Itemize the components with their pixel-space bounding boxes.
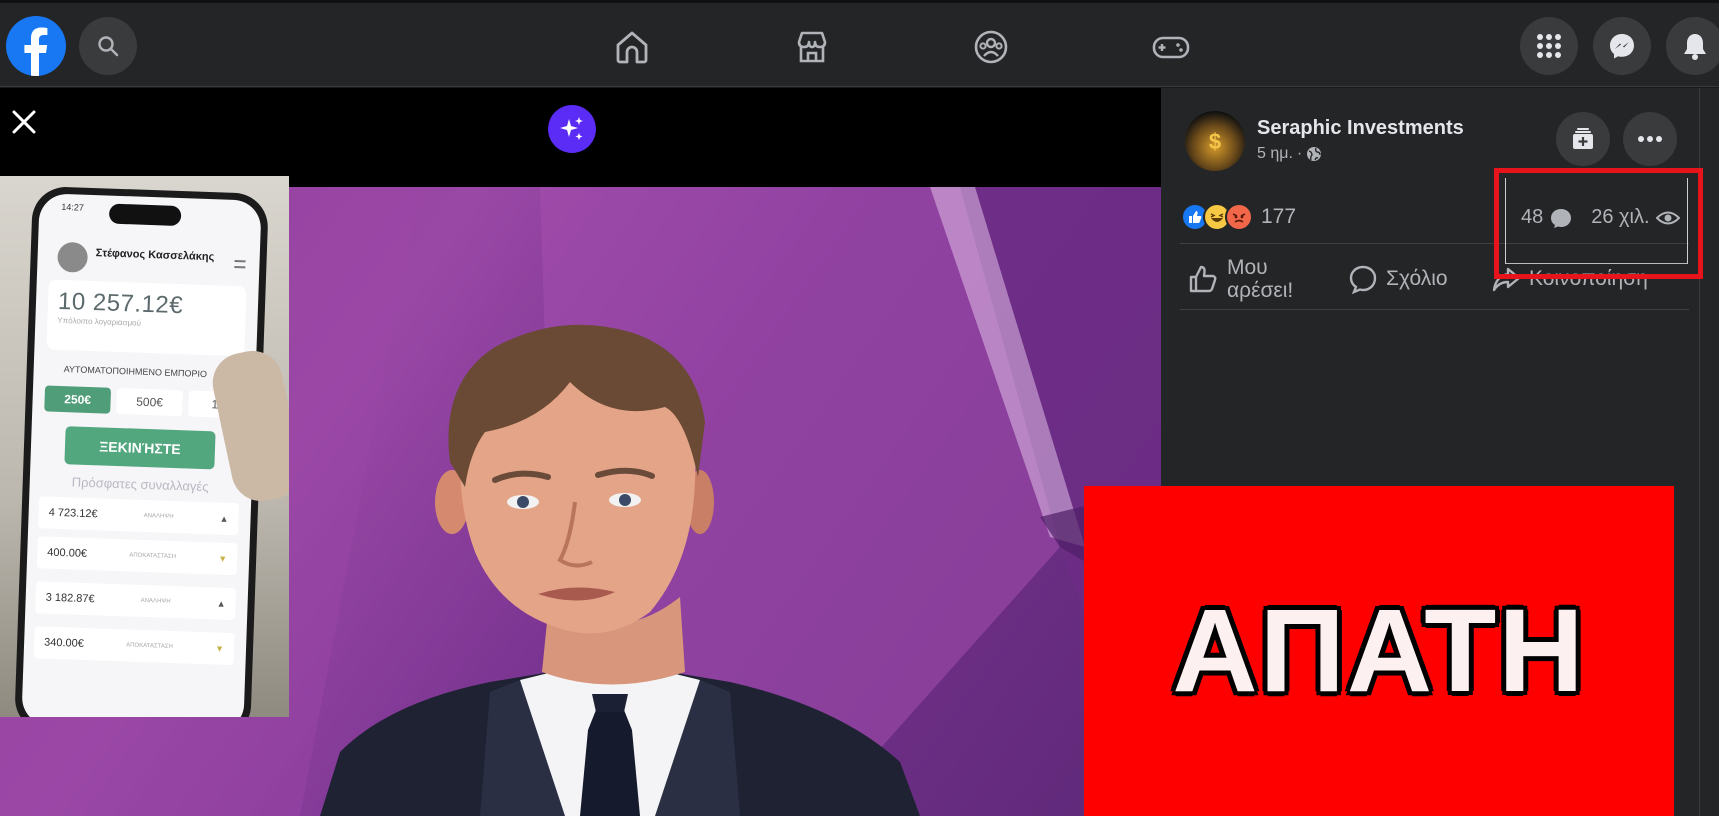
transaction-type: ΑΝΑΛΗΨΗ	[143, 512, 174, 520]
save-button[interactable]	[1556, 112, 1610, 166]
phone-menu-icon	[234, 259, 246, 269]
like-icon	[1189, 265, 1217, 293]
save-collection-icon	[1573, 128, 1593, 149]
transaction-type: ΑΠΟΚΑΤΑΣΤΑΣΗ	[126, 642, 173, 651]
messenger-icon	[1610, 34, 1634, 59]
phone-balance-card: 10 257.12€ Υπόλοιπο λογαριασμού	[46, 279, 247, 357]
transaction-value: 340.00€	[43, 636, 85, 650]
phone-automated-trading-label: ΑΥΤΟΜΑΤΟΠΟΙΗΜΕΝΟ ΕΜΠΟΡΙΟ	[63, 364, 208, 380]
menu-button[interactable]	[1520, 17, 1578, 75]
page-name[interactable]: Seraphic Investments	[1257, 117, 1464, 140]
marketplace-icon[interactable]	[792, 27, 832, 67]
phone-user-avatar	[57, 241, 89, 273]
groups-icon[interactable]	[971, 27, 1011, 67]
messenger-button[interactable]	[1593, 17, 1651, 75]
transaction-type: ΑΠΟΚΑΤΑΣΤΑΣΗ	[129, 552, 177, 561]
globe-icon	[1307, 147, 1322, 161]
phone-amount-option: 500€	[116, 387, 184, 417]
phone-time: 14:27	[61, 201, 85, 213]
phone-user-name: Στέφανος Κασσελάκης	[95, 247, 215, 264]
phone-transaction-row: 4 723.12€ ΑΝΑΛΗΨΗ ▲	[38, 496, 240, 536]
ai-assistant-button[interactable]	[548, 105, 596, 153]
gaming-icon[interactable]	[1151, 27, 1191, 67]
facebook-logo-icon[interactable]	[6, 16, 66, 76]
media-viewer: 14:27 Στέφανος Κασσελάκης 10 257.12€ Υπό…	[0, 88, 1161, 816]
phone-balance: 10 257.12€	[57, 287, 184, 320]
menu-grid-icon	[1537, 34, 1561, 58]
sparkle-icon	[560, 117, 583, 140]
phone-transaction-row: 3 182.87€ ΑΝΑΛΗΨΗ ▲	[35, 581, 237, 621]
phone-screen: 14:27 Στέφανος Κασσελάκης 10 257.12€ Υπό…	[21, 193, 262, 717]
phone-start-button: ΞΕΚΙΝΉΣΤΕ	[64, 426, 216, 470]
svg-text:$: $	[1209, 129, 1221, 154]
more-options-button[interactable]	[1623, 112, 1677, 166]
transaction-value: 4 723.12€	[48, 506, 98, 521]
more-options-icon	[1638, 136, 1662, 142]
transaction-arrow: ▲	[216, 598, 226, 609]
close-icon	[12, 110, 36, 134]
man-figure	[320, 324, 920, 816]
transaction-arrow: ▲	[219, 513, 229, 524]
post-meta: 5 ημ. ·	[1257, 145, 1322, 163]
meta-separator: ·	[1296, 145, 1303, 162]
transaction-type: ΑΝΑΛΗΨΗ	[140, 597, 171, 605]
top-navigation-bar	[0, 0, 1719, 87]
highlight-box	[1494, 168, 1703, 279]
comment-label: Σχόλιο	[1386, 267, 1448, 290]
close-button[interactable]	[8, 106, 40, 138]
transaction-arrow: ▼	[218, 553, 228, 564]
comment-action-button[interactable]: Σχόλιο	[1348, 264, 1448, 294]
page-avatar[interactable]: $	[1185, 111, 1245, 171]
scam-warning-label: ΑΠΑΤΗ	[1084, 486, 1674, 816]
like-label: Μου αρέσει!	[1227, 256, 1294, 302]
notifications-icon	[1684, 34, 1706, 60]
transaction-value: 3 182.87€	[45, 591, 95, 606]
reactions-summary[interactable]: 177	[1181, 202, 1296, 232]
actions-divider	[1180, 309, 1689, 310]
like-action-button[interactable]: Μου αρέσει!	[1187, 256, 1337, 302]
home-icon[interactable]	[612, 27, 652, 67]
phone-balance-label: Υπόλοιπο λογαριασμού	[57, 315, 142, 328]
search-icon	[98, 36, 119, 57]
phone-amount-option: 250€	[44, 385, 112, 414]
phone-transaction-row: 400.00€ ΑΠΟΚΑΤΑΣΤΑΣΗ ▼	[36, 536, 238, 576]
notifications-button[interactable]	[1666, 17, 1719, 75]
scam-warning-text: ΑΠΑΤΗ	[1172, 585, 1586, 717]
transaction-value: 400.00€	[47, 546, 88, 560]
phone-recent-label: Πρόσφατες συναλλαγές	[71, 474, 209, 495]
transaction-arrow: ▼	[214, 643, 225, 654]
comment-icon	[1349, 265, 1377, 294]
post-time[interactable]: 5 ημ.	[1257, 145, 1293, 163]
reaction-count: 177	[1261, 205, 1297, 228]
phone-transaction-row: 340.00€ ΑΠΟΚΑΤΑΣΤΑΣΗ ▼	[33, 626, 235, 666]
phone-screenshot-inset: 14:27 Στέφανος Κασσελάκης 10 257.12€ Υπό…	[0, 176, 289, 717]
phone-notch	[108, 203, 182, 227]
dollar-logo-icon: $	[1209, 129, 1221, 154]
angry-reaction-icon	[1225, 203, 1253, 231]
search-button[interactable]	[79, 17, 137, 75]
